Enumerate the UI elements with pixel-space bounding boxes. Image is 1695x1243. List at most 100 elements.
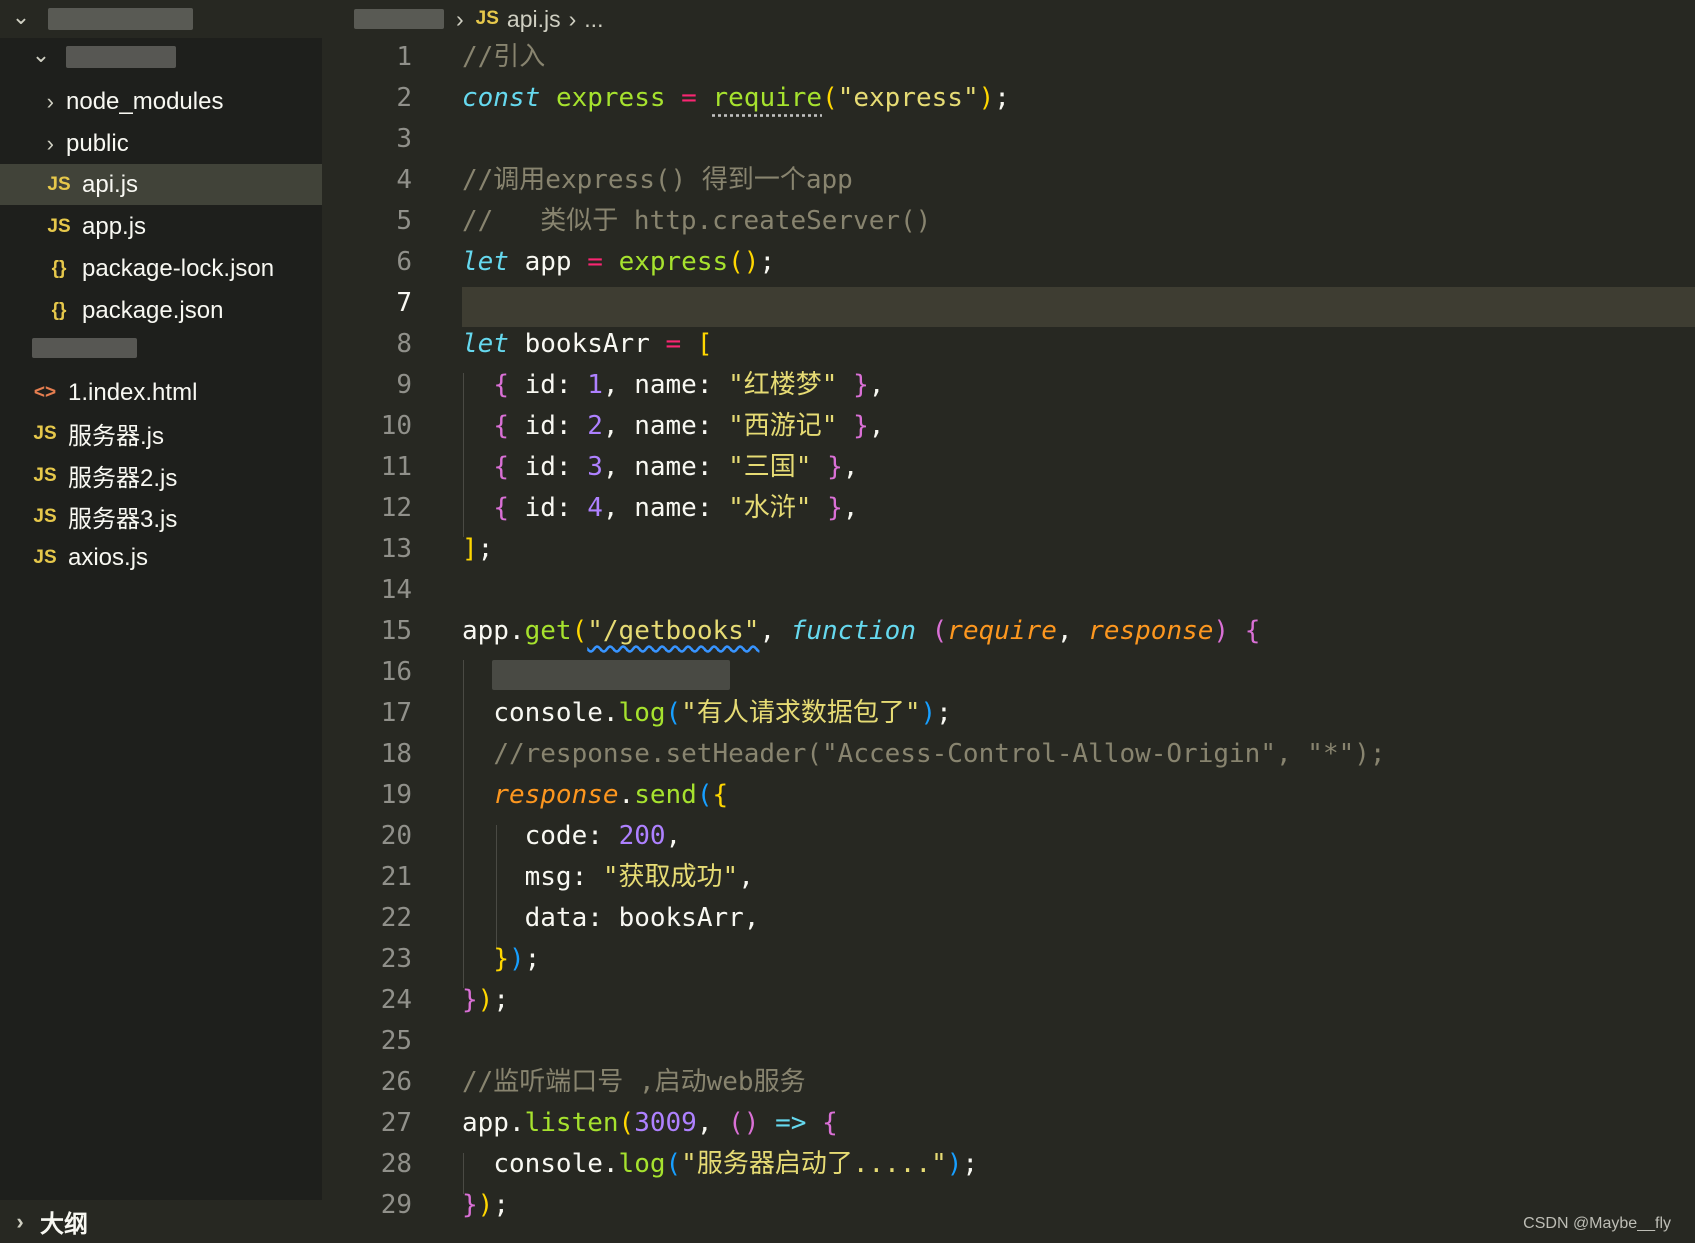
line-number: 2 [396, 83, 412, 113]
chevron-down-icon[interactable]: ⌄ [30, 42, 52, 68]
tree-item-server3-js[interactable]: JS 服务器3.js [0, 496, 322, 537]
code-line-1: //引入 [462, 42, 546, 72]
line-number: 9 [396, 370, 412, 400]
chevron-right-icon: › [456, 5, 464, 32]
tree-item-package-lock-json[interactable]: {} package-lock.json [0, 248, 322, 289]
line-number: 19 [380, 780, 412, 810]
line-number: 29 [380, 1190, 412, 1220]
outline-section[interactable]: › 大纲 [0, 1200, 330, 1243]
code-line-18: //response.setHeader("Access-Control-All… [493, 739, 1386, 769]
code-line-21: msg: "获取成功", [524, 862, 754, 892]
code-line-11: { id: 3, name: "三国" }, [493, 452, 859, 482]
code-line-23: }); [493, 944, 541, 974]
chevron-right-icon: › [568, 5, 577, 32]
line-number: 12 [380, 493, 412, 523]
js-file-icon: JS [33, 464, 57, 486]
current-line-highlight [462, 287, 1695, 327]
tree-item-app-js[interactable]: JS app.js [0, 206, 322, 247]
code-line-5: // 类似于 http.createServer() [462, 206, 932, 236]
code-line-2: const express = require("express"); [462, 83, 1010, 113]
chevron-right-icon: › [46, 88, 54, 114]
line-number: 23 [380, 944, 412, 974]
tree-item-server2-js[interactable]: JS 服务器2.js [0, 455, 322, 496]
js-file-icon: JS [33, 505, 57, 527]
breadcrumb: › JS api.js › ... [354, 0, 603, 38]
line-number: 11 [380, 452, 412, 482]
code-line-28: console.log("服务器启动了....."); [493, 1149, 979, 1179]
js-file-icon: JS [47, 173, 71, 195]
tree-item-api-js[interactable]: JS api.js [0, 164, 322, 205]
line-number: 8 [396, 329, 412, 359]
chevron-down-icon[interactable]: ⌄ [10, 4, 32, 30]
code-line-15: app.get("/getbooks", function (require, … [462, 616, 1261, 646]
line-number: 28 [380, 1149, 412, 1179]
line-number: 15 [380, 616, 412, 646]
tree-item-node-modules[interactable]: › node_modules [0, 81, 322, 122]
code-line-27: app.listen(3009, () => { [462, 1108, 838, 1138]
redacted-code [492, 660, 730, 690]
line-number: 3 [396, 124, 412, 154]
line-number: 7 [396, 288, 412, 318]
tree-item-label: public [66, 129, 129, 157]
breadcrumb-file[interactable]: api.js [507, 6, 561, 33]
line-number: 16 [380, 657, 412, 687]
line-number: 27 [380, 1108, 412, 1138]
tree-item-label: 服务器2.js [68, 465, 178, 492]
code-line-29: }); [462, 1190, 509, 1220]
tree-item-label: 1.index.html [68, 378, 198, 406]
line-number: 4 [396, 165, 412, 195]
line-number: 14 [380, 575, 412, 605]
line-number: 24 [380, 985, 412, 1015]
code-line-24: }); [462, 985, 509, 1015]
line-number: 10 [380, 411, 412, 441]
line-number: 21 [380, 862, 412, 892]
code-line-20: code: 200, [524, 821, 682, 851]
tree-item-server-js[interactable]: JS 服务器.js [0, 413, 322, 454]
js-file-icon: JS [33, 546, 57, 568]
line-number: 13 [380, 534, 412, 564]
js-file-icon: JS [33, 422, 57, 444]
tree-item-label: api.js [82, 170, 139, 198]
code-line-12: { id: 4, name: "水浒" }, [493, 493, 859, 523]
tree-item-label: node_modules [66, 87, 224, 115]
line-number: 1 [396, 42, 412, 72]
code-line-13: ]; [462, 534, 494, 564]
line-number: 20 [380, 821, 412, 851]
code-line-8: let booksArr = [ [462, 329, 713, 359]
line-number: 18 [380, 739, 412, 769]
explorer-header[interactable]: ⌄ [0, 0, 322, 38]
html-file-icon: <> [33, 381, 57, 403]
tree-item-label: 服务器.js [68, 423, 164, 450]
code-line-22: data: booksArr, [524, 903, 760, 933]
chevron-right-icon: › [16, 1208, 24, 1234]
outline-label: 大纲 [40, 1211, 88, 1238]
sidebar-divider[interactable] [322, 0, 330, 1200]
chevron-right-icon: › [46, 130, 54, 156]
redacted-folder-name [66, 46, 176, 68]
tree-item-public[interactable]: › public [0, 123, 322, 164]
tree-item-label: app.js [82, 212, 147, 240]
code-line-17: console.log("有人请求数据包了"); [493, 698, 952, 728]
watermark: CSDN @Maybe__fly [1523, 1215, 1671, 1232]
json-file-icon: {} [51, 299, 67, 321]
code-line-6: let app = express(); [462, 247, 776, 277]
tree-item-label: 服务器3.js [68, 506, 178, 533]
line-number: 17 [380, 698, 412, 728]
line-number: 6 [396, 247, 412, 277]
line-number: 5 [396, 206, 412, 236]
code-line-10: { id: 2, name: "西游记" }, [493, 411, 885, 441]
tree-item-index-html[interactable]: <> 1.index.html [0, 372, 322, 413]
tree-item-package-json[interactable]: {} package.json [0, 290, 322, 331]
explorer-sidebar: ⌄ ⌄ › node_modules › public JS api.js JS… [0, 0, 322, 1243]
tree-item-label: package-lock.json [82, 254, 275, 282]
breadcrumb-more[interactable]: ... [584, 6, 603, 33]
code-line-9: { id: 1, name: "红楼梦" }, [493, 370, 885, 400]
tree-item-axios-js[interactable]: JS axios.js [0, 537, 322, 578]
tree-item-label: axios.js [68, 543, 149, 571]
redacted-path [354, 9, 444, 29]
code-line-19: response.send({ [493, 780, 729, 810]
js-file-icon: JS [475, 8, 499, 29]
tree-item-label: package.json [82, 296, 224, 324]
code-line-4: //调用express() 得到一个app [462, 165, 853, 195]
line-number: 22 [380, 903, 412, 933]
